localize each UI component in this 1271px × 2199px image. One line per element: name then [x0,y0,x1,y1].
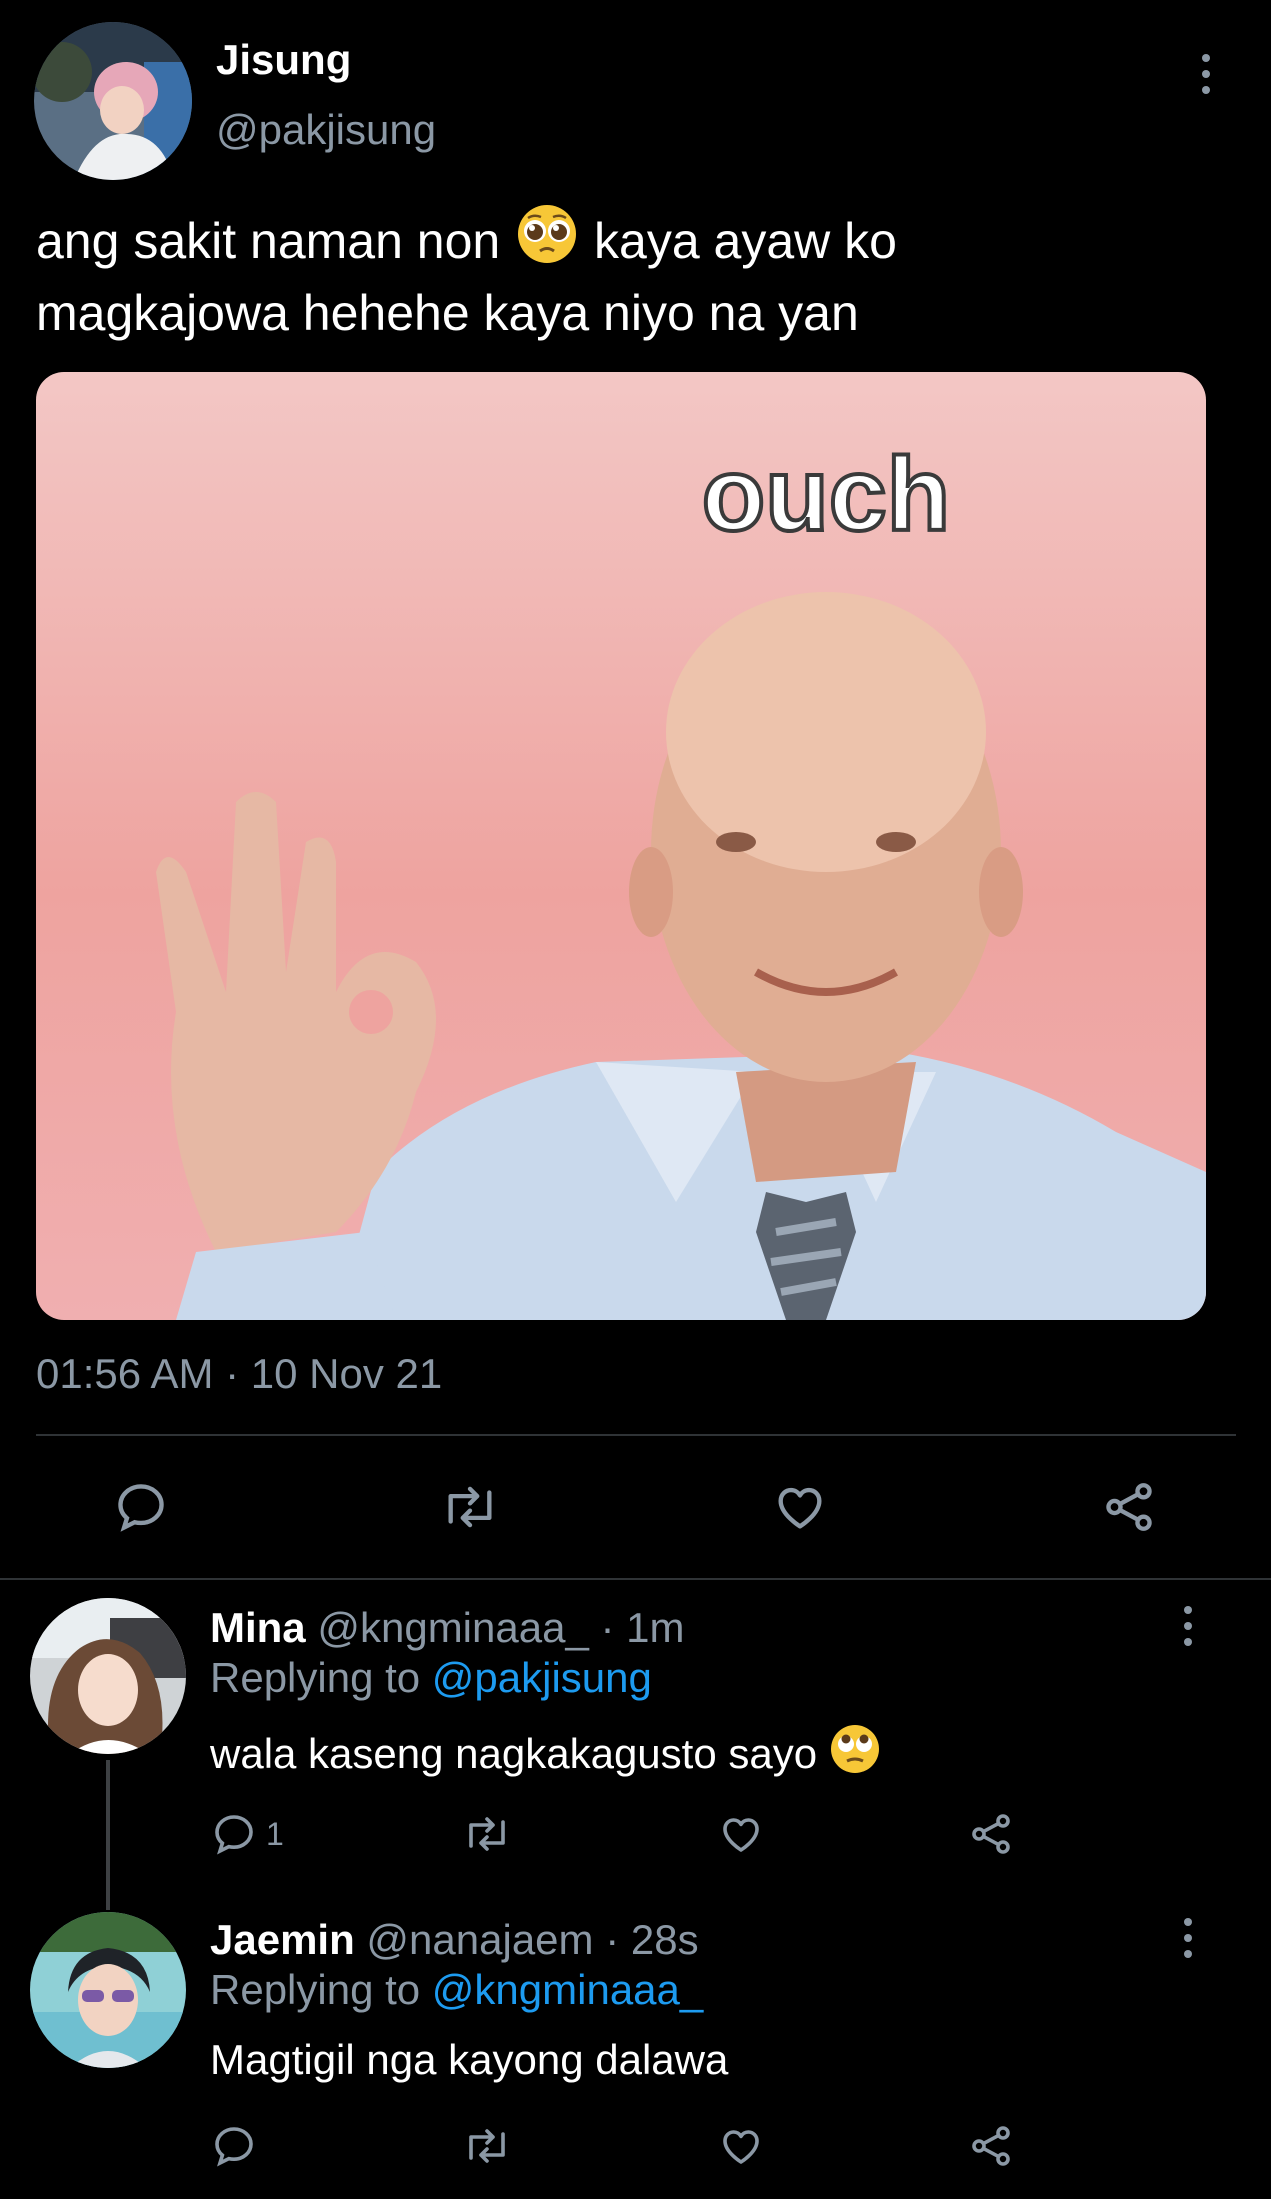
reply-time: · 1m [600,1604,685,1651]
like-icon [723,1818,759,1852]
replying-to: Replying to @pakjisung [210,1654,652,1702]
retweet-button[interactable] [438,1478,502,1536]
replying-to-link[interactable]: @kngminaaa_ [432,1966,703,2013]
reply-icon [215,1815,253,1855]
tweet-text-line2: magkajowa hehehe kaya niyo na yan [36,285,859,341]
more-options-icon[interactable] [1186,44,1226,104]
retweet-icon [448,1486,492,1528]
reply-more-options-icon[interactable] [1168,1596,1208,1656]
tweet-text-part1: ang sakit naman non [36,213,501,269]
reply-icon [118,1484,164,1532]
share-icon [1106,1483,1152,1531]
replying-to-prefix: Replying to [210,1966,421,2013]
reply-more-options-icon[interactable] [1168,1908,1208,1968]
reply-avatar[interactable] [30,1912,186,2068]
retweet-icon [469,1817,505,1851]
author-handle[interactable]: @pakjisung [216,106,436,154]
reply-retweet-button[interactable] [460,1810,514,1858]
tweet-text: ang sakit naman non kaya ayaw ko magkajo… [36,204,1236,346]
reply-author-name[interactable]: Jaemin [210,1916,355,1963]
share-icon [972,1814,1010,1854]
reply-share-button[interactable] [966,1810,1016,1858]
tweet-timestamp: 01:56 AM · 10 Nov 21 [36,1350,443,1397]
reply-author-handle[interactable]: @kngminaaa_ [317,1604,588,1651]
author-avatar[interactable] [34,22,192,180]
reply-share-button[interactable] [966,2122,1016,2170]
reply-count: 1 [266,1815,284,1852]
replying-to: Replying to @kngminaaa_ [210,1966,703,2014]
reply-author-handle[interactable]: @nanajaem [366,1916,593,1963]
author-name[interactable]: Jisung [216,36,351,84]
replying-to-link[interactable]: @pakjisung [432,1654,652,1701]
like-icon [778,1487,822,1529]
reply-like-button[interactable] [716,1810,766,1858]
divider [36,1434,1236,1436]
retweet-icon [469,2129,505,2163]
reply-like-button[interactable] [716,2122,766,2170]
tweet-text-part2: kaya ayaw ko [594,213,897,269]
reply-header: Jaemin @nanajaem · 28s [210,1916,699,1964]
tweet-image[interactable]: ouch [36,372,1206,1320]
reply-reply-button[interactable]: 1 [210,1810,284,1858]
reply-text: Magtigil nga kayong dalawa [210,2036,729,2083]
reply-retweet-button[interactable] [460,2122,514,2170]
eye-roll-face-icon [829,1724,881,1784]
reply-text-body: wala kaseng nagkakagusto sayo [210,1730,818,1777]
reply-button[interactable] [112,1478,170,1536]
like-button[interactable] [770,1478,830,1536]
replying-to-prefix: Replying to [210,1654,421,1701]
reply-author-name[interactable]: Mina [210,1604,306,1651]
image-caption: ouch [702,437,950,553]
like-icon [723,2130,759,2164]
reply-icon [215,2127,253,2167]
section-divider [0,1578,1271,1580]
share-icon [972,2126,1010,2166]
reply-header: Mina @kngminaaa_ · 1m [210,1604,684,1652]
reply-avatar[interactable] [30,1598,186,1754]
thread-line [106,1760,110,1910]
reply-reply-button[interactable] [210,2122,258,2170]
reply-text: wala kaseng nagkakagusto sayo [210,1724,881,1784]
pleading-face-icon [514,204,580,280]
reply-time: · 28s [605,1916,699,1963]
share-button[interactable] [1098,1478,1160,1536]
